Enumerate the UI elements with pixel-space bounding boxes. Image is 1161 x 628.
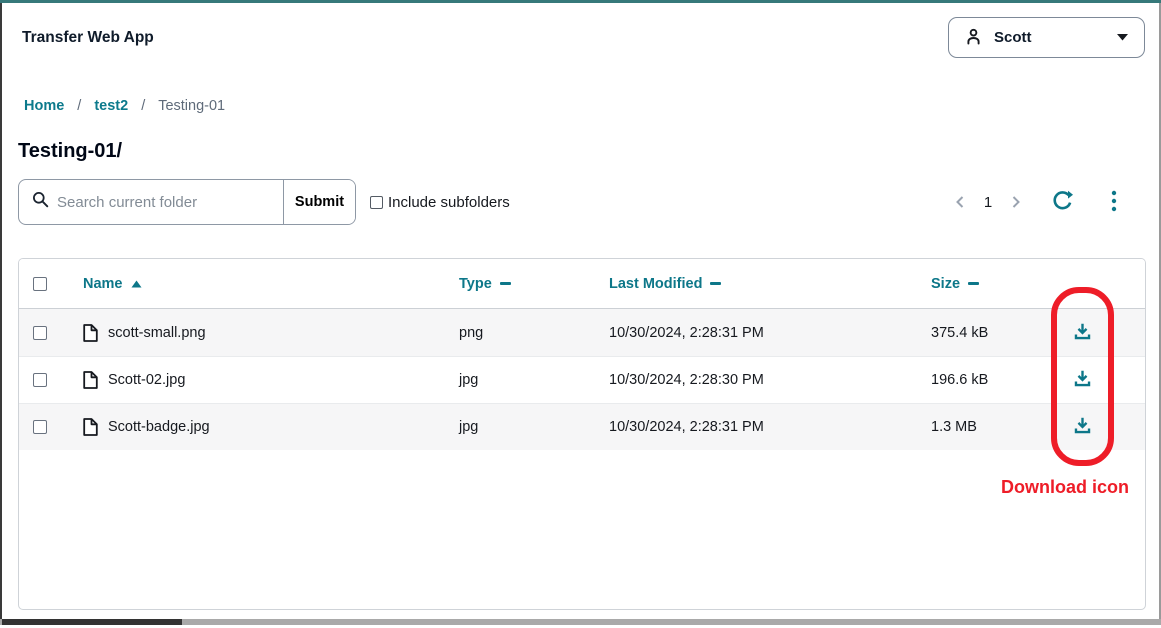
page-number[interactable]: 1 — [976, 194, 1000, 211]
download-icon — [1073, 322, 1092, 344]
caret-down-icon — [1117, 34, 1128, 41]
user-icon — [965, 28, 982, 48]
breadcrumb-test2-link[interactable]: test2 — [94, 98, 128, 114]
actions-menu-button[interactable] — [1106, 189, 1122, 215]
row-checkbox[interactable] — [33, 420, 47, 434]
include-subfolders-checkbox[interactable] — [370, 196, 383, 209]
refresh-button[interactable] — [1048, 190, 1076, 214]
file-last-modified: 10/30/2024, 2:28:31 PM — [609, 419, 931, 435]
column-header-size-label: Size — [931, 276, 960, 292]
file-type: jpg — [459, 419, 609, 435]
column-header-size[interactable]: Size — [931, 276, 1051, 292]
breadcrumb-home-link[interactable]: Home — [24, 98, 64, 114]
sort-none-icon — [968, 282, 979, 285]
file-type: jpg — [459, 372, 609, 388]
breadcrumb-separator: / — [141, 98, 145, 114]
download-icon — [1073, 369, 1092, 391]
file-name: Scott-02.jpg — [108, 372, 185, 388]
file-size: 1.3 MB — [931, 419, 1051, 435]
file-icon — [83, 324, 98, 342]
row-checkbox[interactable] — [33, 373, 47, 387]
next-page-button[interactable] — [1004, 190, 1028, 214]
column-header-name-label: Name — [83, 276, 123, 292]
app-window: Transfer Web App Scott Home / test2 / Te… — [0, 0, 1161, 628]
file-icon — [83, 418, 98, 436]
file-last-modified: 10/30/2024, 2:28:31 PM — [609, 325, 931, 341]
include-subfolders-label: Include subfolders — [388, 194, 510, 211]
horizontal-scrollbar-thumb[interactable] — [2, 619, 182, 625]
search-box — [19, 180, 283, 224]
file-name: scott-small.png — [108, 325, 206, 341]
include-subfolders-toggle[interactable]: Include subfolders — [370, 179, 510, 225]
file-name: Scott-badge.jpg — [108, 419, 210, 435]
search-icon — [32, 191, 49, 213]
user-menu-button[interactable]: Scott — [948, 17, 1145, 58]
table-row[interactable]: Scott-02.jpg jpg 10/30/2024, 2:28:30 PM … — [19, 356, 1145, 403]
table-row[interactable]: scott-small.png png 10/30/2024, 2:28:31 … — [19, 309, 1145, 356]
download-button[interactable] — [1071, 414, 1094, 440]
search-group: Submit — [18, 179, 356, 225]
window-left-border — [0, 3, 2, 623]
previous-page-button[interactable] — [948, 190, 972, 214]
column-header-type-label: Type — [459, 276, 492, 292]
sort-none-icon — [710, 282, 721, 285]
table-header-row: Name Type Last Modified — [19, 259, 1145, 309]
file-type: png — [459, 325, 609, 341]
page-title: Testing-01/ — [18, 140, 122, 163]
file-last-modified: 10/30/2024, 2:28:30 PM — [609, 372, 931, 388]
window-top-border — [0, 0, 1161, 3]
refresh-icon — [1052, 190, 1073, 214]
select-all-checkbox[interactable] — [33, 277, 47, 291]
submit-button[interactable]: Submit — [283, 180, 355, 224]
breadcrumb-current: Testing-01 — [158, 98, 225, 114]
column-header-name[interactable]: Name — [83, 276, 142, 292]
file-icon — [83, 371, 98, 389]
file-size: 375.4 kB — [931, 325, 1051, 341]
row-checkbox[interactable] — [33, 326, 47, 340]
sort-none-icon — [500, 282, 511, 285]
kebab-icon — [1111, 190, 1117, 215]
file-table: Name Type Last Modified — [18, 258, 1146, 610]
horizontal-scrollbar[interactable] — [0, 619, 1161, 625]
file-size: 196.6 kB — [931, 372, 1051, 388]
user-name: Scott — [994, 29, 1032, 46]
pagination: 1 — [948, 179, 1122, 225]
breadcrumb-separator: / — [77, 98, 81, 114]
column-header-last-modified[interactable]: Last Modified — [609, 276, 931, 292]
breadcrumb: Home / test2 / Testing-01 — [24, 98, 225, 114]
download-icon — [1073, 416, 1092, 438]
download-button[interactable] — [1071, 367, 1094, 393]
table-row[interactable]: Scott-badge.jpg jpg 10/30/2024, 2:28:31 … — [19, 403, 1145, 450]
column-header-last-modified-label: Last Modified — [609, 276, 702, 292]
search-input[interactable] — [57, 194, 283, 211]
download-button[interactable] — [1071, 320, 1094, 346]
app-title: Transfer Web App — [22, 29, 154, 47]
sort-ascending-icon — [131, 276, 142, 292]
column-header-type[interactable]: Type — [459, 276, 609, 292]
